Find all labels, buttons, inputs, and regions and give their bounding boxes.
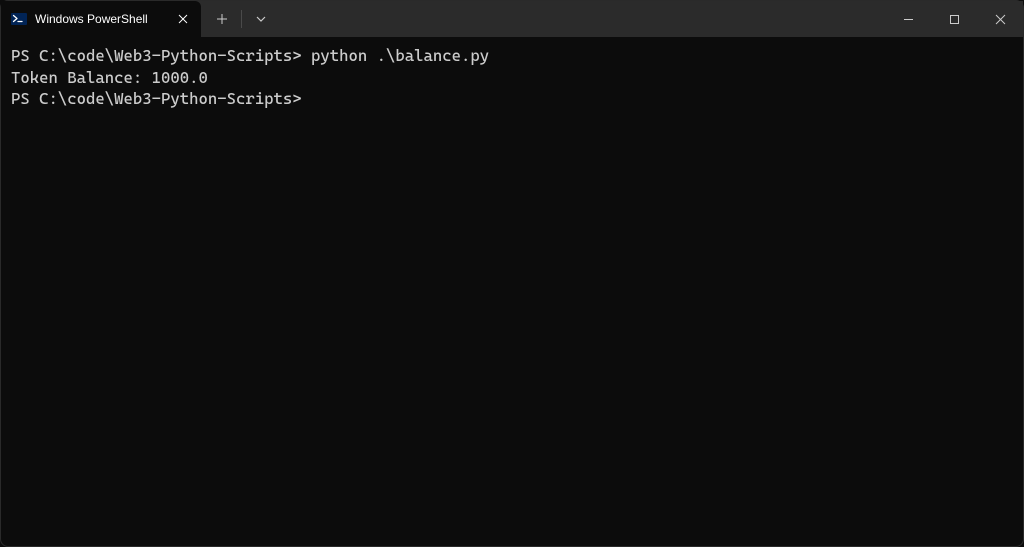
new-tab-button[interactable] xyxy=(207,4,237,34)
terminal-line: Token Balance: 1000.0 xyxy=(11,67,1013,89)
titlebar: Windows PowerShell xyxy=(1,1,1023,37)
output-text: Token Balance: 1000.0 xyxy=(11,68,208,87)
tab-actions xyxy=(201,1,276,37)
window-controls xyxy=(885,1,1023,37)
command-text: python .\balance.py xyxy=(311,46,489,65)
terminal-line: PS C:\code\Web3-Python-Scripts> python .… xyxy=(11,45,1013,67)
terminal-body[interactable]: PS C:\code\Web3-Python-Scripts> python .… xyxy=(1,37,1023,118)
prompt-text: PS C:\code\Web3-Python-Scripts> xyxy=(11,46,311,65)
close-button[interactable] xyxy=(977,1,1023,37)
minimize-button[interactable] xyxy=(885,1,931,37)
terminal-tab[interactable]: Windows PowerShell xyxy=(1,1,201,37)
titlebar-drag-area[interactable] xyxy=(276,1,885,37)
prompt-text: PS C:\code\Web3-Python-Scripts> xyxy=(11,89,311,108)
terminal-line: PS C:\code\Web3-Python-Scripts> xyxy=(11,88,1013,110)
tab-close-button[interactable] xyxy=(175,11,191,27)
tab-dropdown-button[interactable] xyxy=(246,4,276,34)
tab-action-divider xyxy=(241,10,242,28)
tab-title: Windows PowerShell xyxy=(35,12,167,26)
maximize-button[interactable] xyxy=(931,1,977,37)
powershell-icon xyxy=(11,11,27,27)
